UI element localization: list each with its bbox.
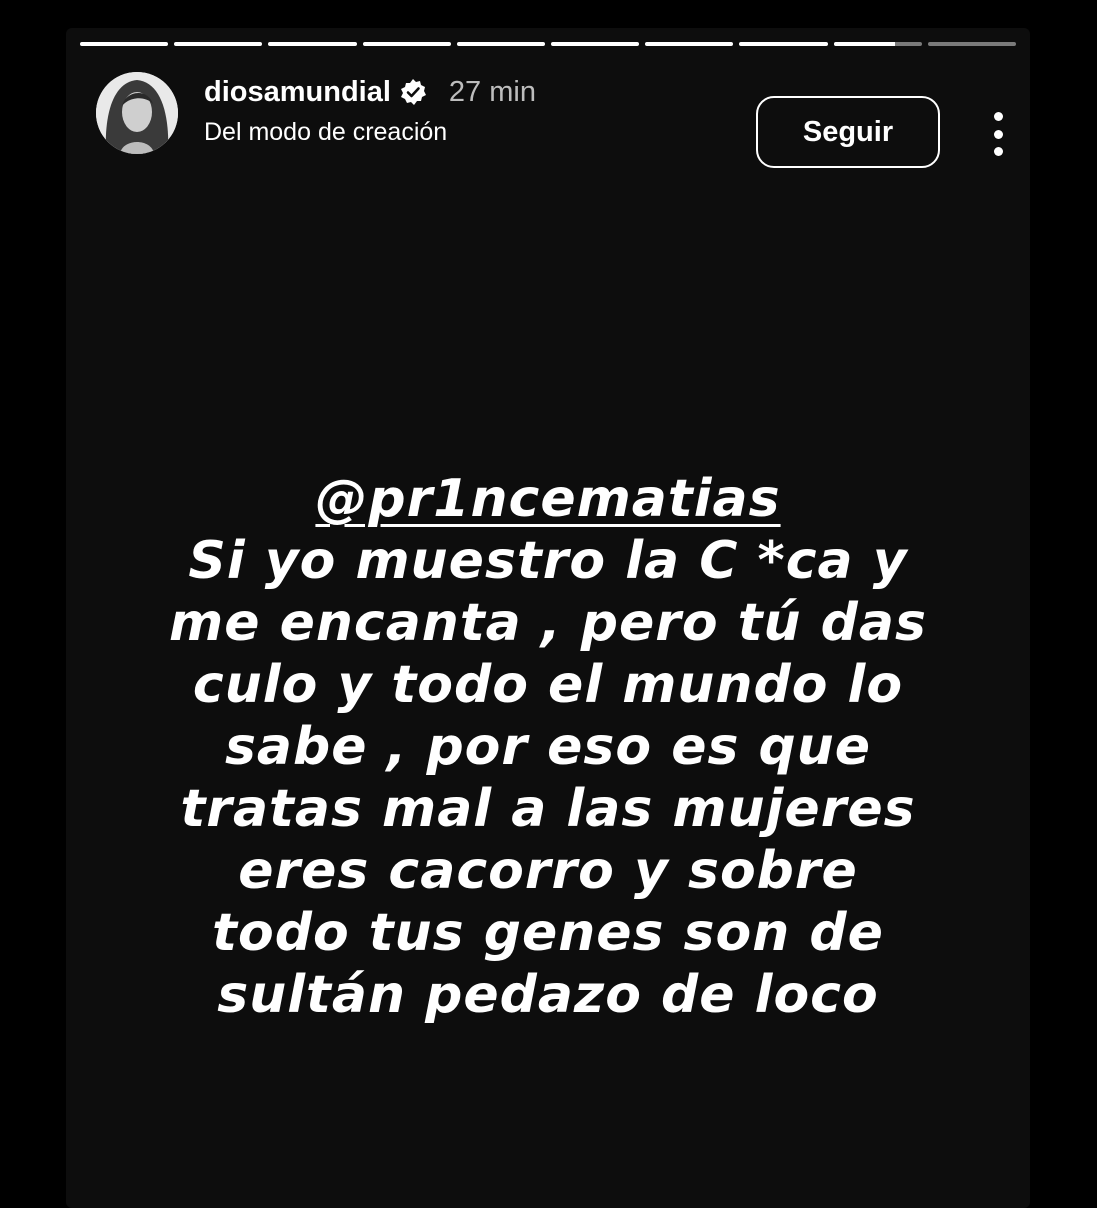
story-progress-bar [80,42,1017,46]
progress-segment [645,42,734,46]
progress-segment [268,42,357,46]
username[interactable]: diosamundial [204,76,391,109]
story-text-message: @pr1ncematias Si yo muestro la C *ca y m… [66,468,1030,1026]
progress-segment [833,42,922,46]
message-line: Si yo muestro la C *ca y [188,531,908,591]
message-line: tratas mal a las mujeres [180,779,916,839]
message-line: sabe , por eso es que [224,717,872,777]
verified-badge-icon [399,78,427,106]
message-line: culo y todo el mundo lo [192,655,904,715]
message-line: sultán pedazo de loco [217,965,879,1025]
story-subtitle: Del modo de creación [204,118,448,146]
story-header: diosamundial 27 min Del modo de creación… [96,72,1004,168]
progress-segment [362,42,451,46]
progress-segment [456,42,546,46]
follow-button[interactable]: Seguir [756,96,940,168]
post-time: 27 min [448,75,536,108]
progress-segment [739,42,828,46]
story-viewer[interactable]: diosamundial 27 min Del modo de creación… [66,28,1030,1208]
more-options-icon[interactable] [984,108,1012,160]
progress-segment [80,42,169,46]
message-line: todo tus genes son de [212,903,884,963]
message-line: eres cacorro y sobre [238,841,858,901]
user-info: diosamundial 27 min [204,72,536,112]
progress-segment [551,42,640,46]
progress-segment [174,42,263,46]
avatar[interactable] [96,72,178,154]
progress-segment [927,42,1017,46]
mention-link[interactable]: @pr1ncematias [315,469,780,529]
message-line: me encanta , pero tú das [169,593,927,653]
